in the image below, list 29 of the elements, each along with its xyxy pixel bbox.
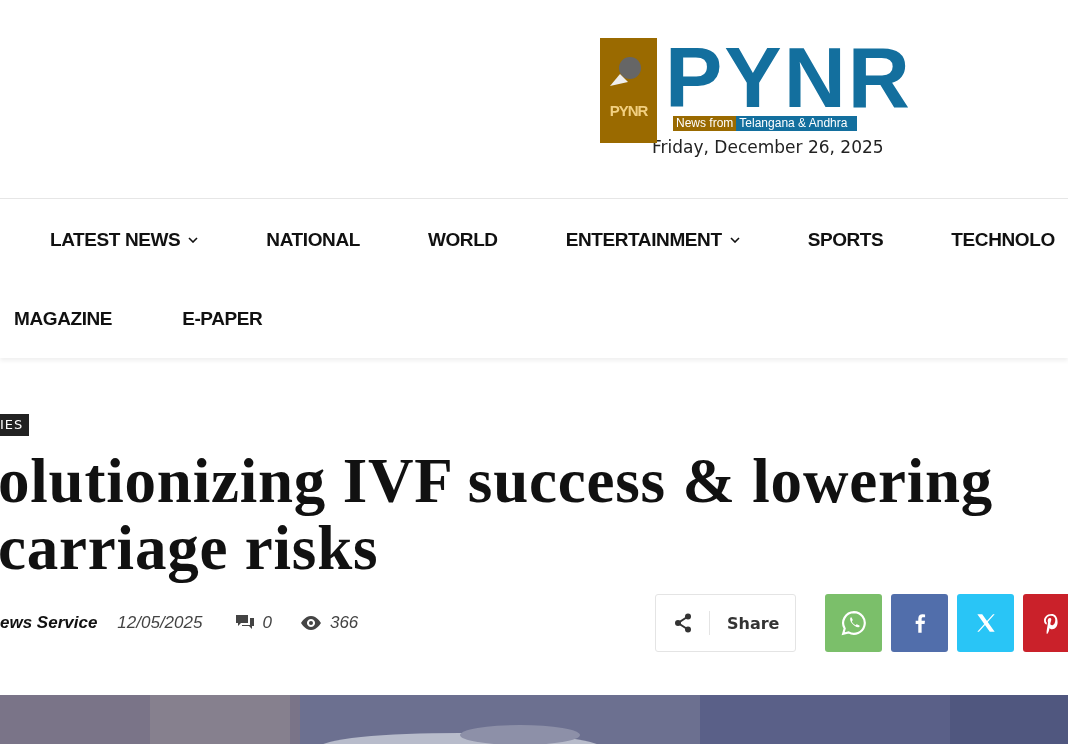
x-share-button[interactable]: [957, 594, 1014, 652]
header-date: Friday, December 26, 2025: [652, 137, 884, 157]
comment-count: 0: [262, 613, 272, 633]
category-tag[interactable]: IES: [0, 414, 30, 436]
nav-link[interactable]: WORLD: [427, 229, 498, 252]
article-title: olutionizing IVF success & lowering: [0, 448, 994, 515]
nav-link[interactable]: MAGAZINE: [14, 307, 113, 330]
nav-link[interactable]: TECHNOLO: [951, 229, 1055, 252]
nav-link[interactable]: NATIONAL: [266, 229, 360, 252]
facebook-share-button[interactable]: [891, 594, 948, 652]
eye-icon: [299, 616, 322, 630]
author-name[interactable]: ews Service: [0, 613, 98, 633]
comments-icon: [236, 615, 255, 631]
logo-mark-text: PYNR: [609, 102, 648, 119]
article-title: carriage risks: [0, 515, 379, 582]
nav-link[interactable]: LATEST NEWS: [50, 229, 199, 252]
logo-tagline: Telangana & Andhra: [736, 116, 858, 131]
view-count: 366: [329, 613, 359, 633]
nav-link[interactable]: SPORTS: [807, 229, 884, 252]
nav-link[interactable]: E-PAPER: [182, 307, 263, 330]
publish-date: 12/05/2025: [117, 613, 203, 633]
share-icon: [674, 613, 692, 633]
whatsapp-icon: [840, 610, 867, 636]
share-button[interactable]: Share: [655, 594, 796, 652]
logo-name: PYNR: [665, 38, 912, 116]
logo-tagline: News from: [673, 116, 737, 131]
nav-link[interactable]: ENTERTAINMENT: [565, 229, 740, 252]
whatsapp-share-button[interactable]: [825, 594, 882, 652]
pinterest-share-button[interactable]: [1023, 594, 1068, 652]
